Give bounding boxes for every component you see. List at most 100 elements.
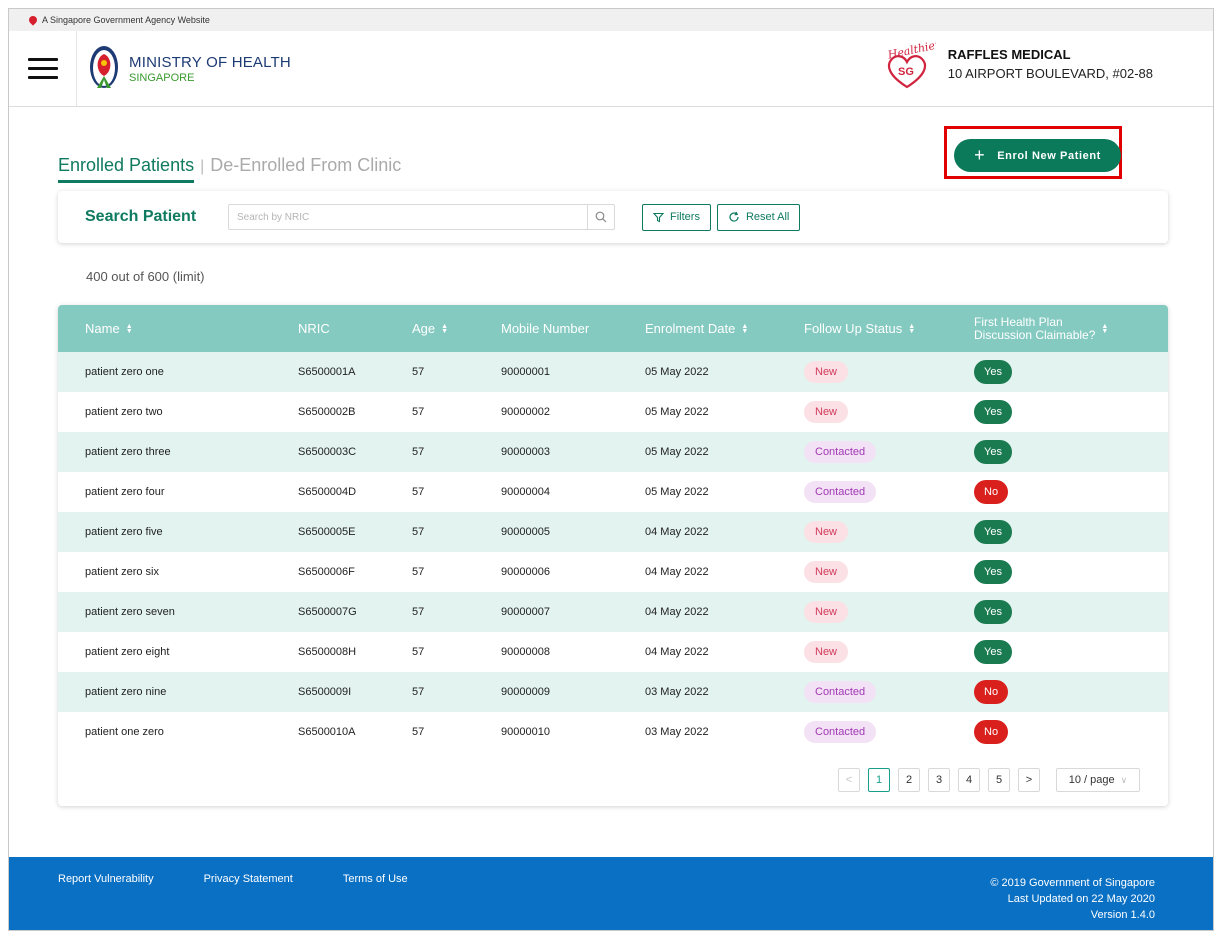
table-row[interactable]: patient one zero S6500010A 57 90000010 03 Ma… bbox=[58, 712, 1168, 752]
table-row[interactable]: patient zero eight S6500008H 57 90000008 04 … bbox=[58, 632, 1168, 672]
tab-enrolled-patients[interactable]: Enrolled Patients bbox=[58, 155, 195, 183]
page-button-2[interactable]: 2 bbox=[898, 768, 920, 792]
moh-crest-icon bbox=[90, 45, 118, 88]
header-follow-up-status[interactable]: Follow Up Status ▲ ▼ bbox=[804, 321, 974, 336]
page-button-1[interactable]: 1 bbox=[868, 768, 890, 792]
table-row[interactable]: patient zero three S6500003C 57 90000003 05 … bbox=[58, 432, 1168, 472]
cell-claimable: Yes bbox=[974, 440, 1168, 464]
header-enrolment-date[interactable]: Enrolment Date ▲ ▼ bbox=[645, 321, 804, 336]
table-row[interactable]: patient zero five S6500005E 57 90000005 04 M… bbox=[58, 512, 1168, 552]
clinic-name: RAFFLES MEDICAL bbox=[947, 47, 1071, 62]
footer-copyright: © 2019 Government of Singapore bbox=[990, 877, 1155, 889]
status-badge: Contacted bbox=[804, 481, 877, 503]
cell-mobile: 90000008 bbox=[501, 646, 550, 658]
cell-name: patient zero one bbox=[85, 366, 164, 378]
cell-enrolment-date: 04 May 2022 bbox=[645, 566, 709, 578]
page-button-4[interactable]: 4 bbox=[958, 768, 980, 792]
cell-age: 57 bbox=[412, 686, 425, 698]
sort-icon: ▲ ▼ bbox=[1101, 322, 1109, 335]
hamburger-icon bbox=[27, 58, 58, 61]
cell-enrolment-date: 05 May 2022 bbox=[645, 486, 709, 498]
cell-claimable: Yes bbox=[974, 600, 1168, 624]
header-nric: NRIC bbox=[298, 321, 330, 336]
cell-claimable: No bbox=[974, 480, 1168, 504]
cell-claimable: Yes bbox=[974, 640, 1168, 664]
footer-version: Version 1.4.0 bbox=[1090, 909, 1155, 921]
cell-nric: S6500001A bbox=[298, 366, 356, 378]
cell-claimable: Yes bbox=[974, 360, 1168, 384]
table-row[interactable]: patient zero one S6500001A 57 90000001 05 Ma… bbox=[58, 352, 1168, 392]
cell-mobile: 90000004 bbox=[501, 486, 550, 498]
page-size-select[interactable]: 10 / page ∨ bbox=[1056, 768, 1140, 792]
reset-all-button[interactable]: Reset All bbox=[716, 203, 801, 231]
footer-link-privacy-statement[interactable]: Privacy Statement bbox=[204, 873, 293, 885]
table-row[interactable]: patient zero seven S6500007G 57 90000007 04 … bbox=[58, 592, 1168, 632]
claimable-badge: Yes bbox=[974, 360, 1012, 384]
next-page-button[interactable]: > bbox=[1018, 768, 1040, 792]
cell-follow-up-status: New bbox=[804, 401, 974, 423]
ministry-country: SINGAPORE bbox=[129, 71, 195, 84]
cell-age: 57 bbox=[412, 486, 425, 498]
cell-mobile: 90000007 bbox=[501, 606, 550, 618]
cell-age: 57 bbox=[412, 406, 425, 418]
prev-page-button[interactable]: < bbox=[838, 768, 860, 792]
cell-enrolment-date: 03 May 2022 bbox=[645, 686, 709, 698]
cell-enrolment-date: 04 May 2022 bbox=[645, 526, 709, 538]
enrol-button-label: Enrol New Patient bbox=[997, 149, 1101, 162]
cell-age: 57 bbox=[412, 646, 425, 658]
claimable-badge: Yes bbox=[974, 440, 1012, 464]
page-button-3[interactable]: 3 bbox=[928, 768, 950, 792]
sort-icon: ▲ ▼ bbox=[741, 322, 749, 335]
ministry-title: MINISTRY OF HEALTH bbox=[129, 53, 291, 71]
cell-nric: S6500008H bbox=[298, 646, 357, 658]
footer-last-updated: Last Updated on 22 May 2020 bbox=[1007, 893, 1155, 905]
search-input[interactable] bbox=[229, 205, 587, 229]
table-row[interactable]: patient zero four S6500004D 57 90000004 05 M… bbox=[58, 472, 1168, 512]
search-title: Search Patient bbox=[85, 208, 197, 225]
cell-name: patient one zero bbox=[85, 726, 164, 738]
cell-mobile: 90000010 bbox=[501, 726, 550, 738]
site-footer: Report Vulnerability Privacy Statement T… bbox=[9, 857, 1213, 930]
patient-count: 400 out of 600 (limit) bbox=[86, 269, 205, 284]
sort-icon: ▲ ▼ bbox=[908, 322, 916, 335]
cell-claimable: Yes bbox=[974, 400, 1168, 424]
table-row[interactable]: patient zero two S6500002B 57 90000002 05 Ma… bbox=[58, 392, 1168, 432]
cell-follow-up-status: New bbox=[804, 561, 974, 583]
header-age[interactable]: Age ▲ ▼ bbox=[412, 321, 501, 336]
site-header: MINISTRY OF HEALTH SINGAPORE Healthier S… bbox=[9, 31, 1213, 107]
cell-enrolment-date: 05 May 2022 bbox=[645, 366, 709, 378]
claimable-badge: Yes bbox=[974, 400, 1012, 424]
header-name[interactable]: Name ▲ ▼ bbox=[58, 321, 298, 336]
gov-masthead: A Singapore Government Agency Website bbox=[9, 9, 1213, 31]
cell-nric: S6500005E bbox=[298, 526, 356, 538]
cell-age: 57 bbox=[412, 366, 425, 378]
cell-name: patient zero three bbox=[85, 446, 171, 458]
cell-name: patient zero eight bbox=[85, 646, 170, 658]
table-row[interactable]: patient zero nine S6500009I 57 90000009 03 M… bbox=[58, 672, 1168, 712]
moh-logo[interactable]: MINISTRY OF HEALTH SINGAPORE bbox=[87, 45, 291, 92]
cell-mobile: 90000003 bbox=[501, 446, 550, 458]
patients-table: Name ▲ ▼ NRIC Age ▲ ▼ Mobile Number Enrolm… bbox=[58, 305, 1168, 806]
cell-mobile: 90000002 bbox=[501, 406, 550, 418]
footer-link-report-vulnerability[interactable]: Report Vulnerability bbox=[58, 873, 154, 885]
menu-button[interactable] bbox=[9, 31, 77, 106]
cell-claimable: Yes bbox=[974, 560, 1168, 584]
search-icon bbox=[595, 211, 607, 223]
search-button[interactable] bbox=[587, 205, 614, 229]
footer-info: © 2019 Government of Singapore Last Upda… bbox=[990, 875, 1155, 923]
cell-name: patient zero seven bbox=[85, 606, 175, 618]
table-row[interactable]: patient zero six S6500006F 57 90000006 04 Ma… bbox=[58, 552, 1168, 592]
refresh-icon bbox=[729, 211, 739, 222]
enrol-new-patient-button[interactable]: + Enrol New Patient bbox=[954, 139, 1121, 172]
cell-nric: S6500007G bbox=[298, 606, 357, 618]
filters-button[interactable]: Filters bbox=[642, 203, 711, 231]
search-panel: Search Patient Filters Reset All bbox=[58, 191, 1168, 243]
cell-follow-up-status: New bbox=[804, 521, 974, 543]
footer-link-terms-of-use[interactable]: Terms of Use bbox=[343, 873, 408, 885]
filters-label: Filters bbox=[670, 211, 700, 223]
highlight-box: + Enrol New Patient bbox=[944, 126, 1122, 179]
status-badge: Contacted bbox=[804, 721, 877, 743]
header-claimable[interactable]: First Health Plan Discussion Claimable? … bbox=[974, 315, 1168, 342]
tab-de-enrolled[interactable]: De-Enrolled From Clinic bbox=[210, 155, 401, 176]
page-button-5[interactable]: 5 bbox=[988, 768, 1010, 792]
